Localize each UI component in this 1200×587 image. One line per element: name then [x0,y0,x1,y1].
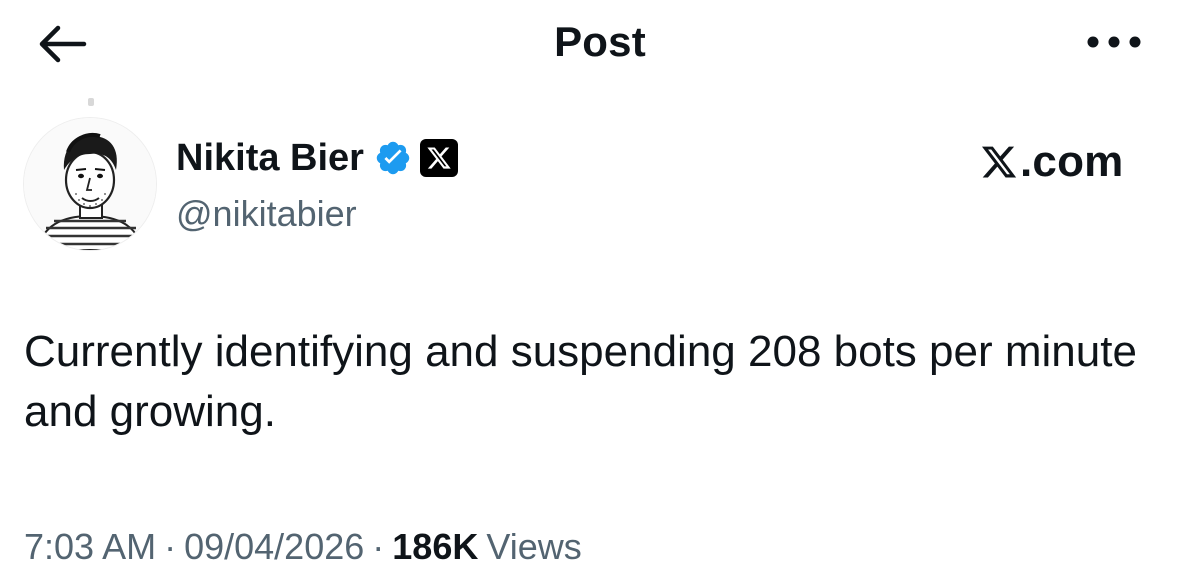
post-time[interactable]: 7:03 AM [24,526,156,568]
x-logo-icon [980,141,1020,183]
more-options-button[interactable] [1078,20,1150,64]
more-horizontal-icon [1087,36,1141,48]
post-text: Currently identifying and suspending 208… [24,327,1137,436]
x-logo-icon[interactable] [419,139,458,177]
post-meta: 7:03 AM · 09/04/2026 · 186K Views [24,522,582,572]
meta-separator: · [372,526,385,567]
page-title: Post [554,18,646,65]
watermark-text: .com [1020,137,1124,186]
avatar-illustration [24,118,156,250]
views-count[interactable]: 186K [392,526,478,568]
brand-watermark: .com [980,134,1155,190]
author-handle[interactable]: @nikitabier [176,190,357,238]
meta-separator: · [164,526,177,567]
author-name[interactable]: Nikita Bier [176,134,364,182]
post-date[interactable]: 09/04/2026 [184,526,364,568]
author-name-row: Nikita Bier [176,134,458,182]
avatar[interactable] [24,118,156,250]
artifact-mark [88,98,94,106]
verified-badge-icon[interactable] [374,139,412,177]
views-label: Views [486,526,582,567]
top-bar: Post [0,0,1200,90]
